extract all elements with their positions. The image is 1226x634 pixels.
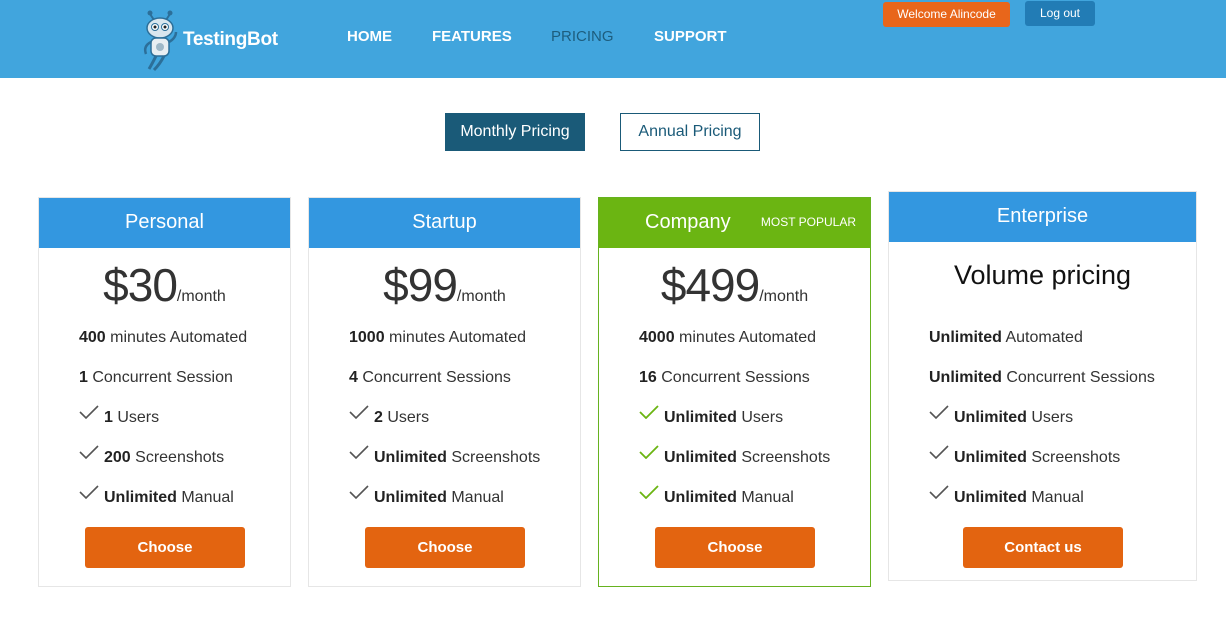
feature-manual: Unlimited Manual [954,489,1084,506]
checkmark-icon [349,485,369,499]
checkmark-icon [929,485,949,499]
checkmark-icon [349,445,369,459]
plan-header: Company MOST POPULAR [599,198,870,248]
plan-card-company: Company MOST POPULAR $499/month 4000 min… [598,197,871,587]
nav-pricing[interactable]: PRICING [551,28,614,45]
checkmark-icon [639,445,659,459]
logo-text: TestingBot [183,29,278,50]
checkmark-icon [929,405,949,419]
feature-automated: 400 minutes Automated [79,329,248,346]
checkmark-icon [79,445,99,459]
feature-screenshots: Unlimited Screenshots [954,449,1121,466]
most-popular-badge: MOST POPULAR [760,215,856,229]
feature-automated: 1000 minutes Automated [349,329,527,346]
feature-screenshots: 200 Screenshots [104,449,225,466]
plan-price: $499/month [599,258,870,312]
feature-automated: Unlimited Automated [929,329,1083,346]
plan-name: Startup [412,211,477,233]
feature-users: Unlimited Users [664,409,784,426]
feature-manual: Unlimited Manual [374,489,504,506]
price-period: /month [456,288,506,305]
price-amount: $99 [383,259,458,311]
feature-manual: Unlimited Manual [664,489,794,506]
choose-personal-button[interactable]: Choose [85,527,245,568]
plan-card-personal: Personal $30/month 400 minutes Automated… [38,197,291,587]
plan-name: Enterprise [996,205,1089,227]
logout-button[interactable]: Log out [1025,1,1095,26]
nav-features[interactable]: FEATURES [432,28,512,45]
volume-pricing: Volume pricing [953,260,1132,290]
price-amount: $30 [103,259,178,311]
feature-automated: 4000 minutes Automated [639,329,817,346]
price-period: /month [176,288,226,305]
price-period: /month [759,288,809,305]
choose-startup-button[interactable]: Choose [365,527,525,568]
nav-home[interactable]: HOME [347,28,392,45]
plan-price: $30/month [39,258,290,312]
checkmark-icon [929,445,949,459]
plan-header: Startup [309,198,580,248]
price-amount: $499 [660,259,760,311]
feature-manual: Unlimited Manual [104,489,234,506]
checkmark-icon [639,405,659,419]
plan-price: $99/month [309,258,580,312]
welcome-button[interactable]: Welcome Alincode [883,2,1010,27]
checkmark-icon [79,405,99,419]
site-header: TestingBot HOME FEATURES PRICING SUPPORT… [0,0,1226,78]
choose-company-button[interactable]: Choose [655,527,815,568]
contact-us-button[interactable]: Contact us [963,527,1123,568]
robot-mascot-icon [143,10,178,72]
plan-card-startup: Startup $99/month 1000 minutes Automated… [308,197,581,587]
feature-concurrency: 16 Concurrent Sessions [639,369,810,386]
checkmark-icon [79,485,99,499]
plan-header: Enterprise [889,192,1196,242]
checkmark-icon [349,405,369,419]
site-logo[interactable]: TestingBot [140,8,280,72]
feature-concurrency: 4 Concurrent Sessions [349,369,511,386]
feature-concurrency: 1 Concurrent Session [79,369,233,386]
plan-card-enterprise: Enterprise Volume pricing Unlimited Auto… [888,191,1197,581]
feature-users: 2 Users [374,409,430,426]
monthly-pricing-tab[interactable]: Monthly Pricing [445,113,585,151]
annual-pricing-tab[interactable]: Annual Pricing [620,113,760,151]
nav-support[interactable]: SUPPORT [654,28,727,45]
feature-users: 1 Users [104,409,160,426]
feature-concurrency: Unlimited Concurrent Sessions [929,369,1155,386]
checkmark-icon [639,485,659,499]
plan-header: Personal [39,198,290,248]
feature-screenshots: Unlimited Screenshots [664,449,831,466]
plan-name: Company [645,211,731,233]
feature-users: Unlimited Users [954,409,1074,426]
plan-name: Personal [125,211,204,233]
feature-screenshots: Unlimited Screenshots [374,449,541,466]
